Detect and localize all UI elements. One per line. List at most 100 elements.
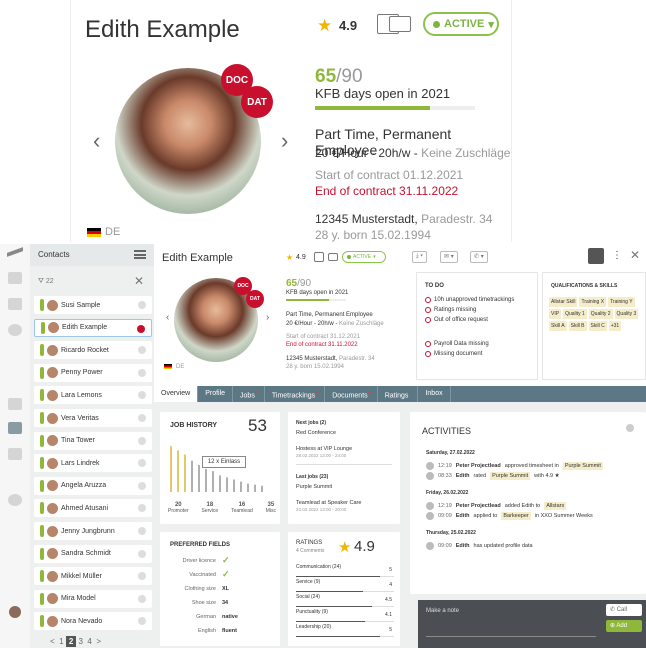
job-bar[interactable] xyxy=(184,454,186,493)
skill-tag[interactable]: Allstar Skill xyxy=(549,297,578,307)
chevron-left-icon[interactable]: ‹ xyxy=(93,128,100,154)
contact-item[interactable]: Tina Tower xyxy=(34,431,152,450)
page-2[interactable]: 2 xyxy=(65,636,77,647)
contact-item[interactable]: Lara Lemons xyxy=(34,386,152,405)
close-icon[interactable]: ✕ xyxy=(630,248,640,262)
settings-icon[interactable] xyxy=(626,424,634,432)
skill-tag[interactable]: Skill A xyxy=(549,321,567,331)
job-title[interactable]: Teamlead at Speaker Care xyxy=(296,500,361,506)
skill-tag[interactable]: Quality 1 xyxy=(563,309,587,319)
menu-icon[interactable] xyxy=(134,250,146,259)
job-bar[interactable] xyxy=(240,481,242,492)
tab-timetrackings[interactable]: Timetrackings• xyxy=(265,386,326,402)
skill-tag[interactable]: Quality 2 xyxy=(588,309,613,319)
todo-item[interactable]: 10h unapproved timetrackings xyxy=(425,297,514,303)
job-bar[interactable] xyxy=(177,450,179,492)
status-dropdown[interactable]: ACTIVE ▾ xyxy=(342,251,386,263)
contact-item[interactable]: Vera Veritas xyxy=(34,409,152,427)
tab-inbox[interactable]: Inbox xyxy=(418,386,451,402)
chevron-left-icon[interactable]: ‹ xyxy=(166,312,169,323)
pagination[interactable]: < 1 2 3 4 > xyxy=(50,636,101,647)
page-next[interactable]: > xyxy=(96,637,101,646)
skill-tag[interactable]: VIP xyxy=(549,309,562,319)
tab-overview[interactable]: Overview xyxy=(154,386,199,402)
call-button[interactable]: ✆ Call xyxy=(606,604,642,616)
contact-item[interactable]: Sandra Schmidt xyxy=(34,544,152,563)
contact-item[interactable]: Nora Nevado xyxy=(34,612,152,631)
job-bar[interactable] xyxy=(254,484,256,492)
edit-button[interactable] xyxy=(588,248,604,264)
ratings-comments[interactable]: 4 Comments xyxy=(296,548,324,554)
filter-button[interactable]: ⛛ 22 xyxy=(38,278,54,286)
job-bar[interactable] xyxy=(212,471,214,492)
chevron-right-icon[interactable]: › xyxy=(266,312,269,323)
job-bar[interactable] xyxy=(233,479,235,493)
contact-item[interactable]: Lars Lindrek xyxy=(34,454,152,473)
page-3[interactable]: 3 xyxy=(79,637,83,646)
chevron-right-icon[interactable]: › xyxy=(281,128,288,154)
job-bar[interactable] xyxy=(205,469,207,492)
skill-tag[interactable]: Training X xyxy=(579,297,607,307)
phone-menu[interactable]: ✆ ▾ xyxy=(470,251,488,263)
contact-item[interactable]: Susi Sample xyxy=(34,296,152,314)
job-bar[interactable] xyxy=(219,475,221,492)
job-title[interactable]: Red Conference xyxy=(296,430,336,436)
job-title[interactable]: Purple Summit xyxy=(296,484,332,490)
activity-entry[interactable]: 12:19 Peter Projectlead added Edith to Alls… xyxy=(426,502,567,510)
tab-documents[interactable]: Documents• xyxy=(325,386,378,402)
activity-entry[interactable]: 12:19 Peter Projectlead approved timesheet… xyxy=(426,462,603,470)
todo-item[interactable]: Out of office request xyxy=(425,317,488,323)
search-icon[interactable] xyxy=(8,324,22,336)
todo-item[interactable]: Payroll Data missing xyxy=(425,341,489,347)
tab-jobs[interactable]: Jobs• xyxy=(233,386,265,402)
bell-icon[interactable] xyxy=(8,272,22,284)
users-icon[interactable] xyxy=(8,422,22,434)
note-input[interactable]: Make a note xyxy=(426,608,459,614)
job-bar[interactable] xyxy=(226,477,228,492)
mail-icon[interactable] xyxy=(328,253,338,261)
skill-tag[interactable]: Quality 3 xyxy=(614,309,639,319)
job-bar[interactable] xyxy=(170,446,172,492)
skill-tag[interactable]: Training Y xyxy=(608,297,635,307)
skill-tag[interactable]: Skill C xyxy=(588,321,607,331)
page-1[interactable]: 1 xyxy=(59,637,63,646)
skill-tag[interactable]: +31 xyxy=(608,321,622,331)
job-title[interactable]: Hostess at VIP Lounge xyxy=(296,446,352,452)
mail-menu[interactable]: ✉ ▾ xyxy=(440,251,458,263)
contact-item[interactable]: Ahmed Atusani xyxy=(34,499,152,518)
download-menu[interactable]: ⤓ ▾ xyxy=(412,251,427,263)
activity-entry[interactable]: 09:09 Edith applied to Barkeeper in XXO Summ… xyxy=(426,512,593,520)
tab-profile[interactable]: Profile xyxy=(198,386,234,402)
contact-item[interactable]: Ricardo Rocket xyxy=(34,341,152,360)
mail-icon[interactable] xyxy=(8,298,22,310)
activity-entry[interactable]: 08:33 Edith rated Purple Summit with 4.9 ★ xyxy=(426,472,560,480)
page-4[interactable]: 4 xyxy=(87,637,91,646)
activity-entry[interactable]: 09:09 Edith has updated profile data xyxy=(426,542,533,550)
status-dropdown[interactable]: ACTIVE ▾ xyxy=(423,12,499,36)
todo-item[interactable]: Ratings missing xyxy=(425,307,476,313)
contact-item[interactable]: Mira Model xyxy=(34,589,152,608)
job-bar[interactable] xyxy=(247,483,249,492)
settings-icon[interactable] xyxy=(8,494,22,506)
dat-badge[interactable]: DAT xyxy=(246,290,264,308)
more-icon[interactable]: ⋮ xyxy=(612,250,622,261)
contact-item[interactable]: Penny Power xyxy=(34,363,152,382)
mail-icon[interactable] xyxy=(389,16,411,32)
contact-item[interactable]: Jenny Jungbrunn xyxy=(34,522,152,540)
id-card-icon[interactable] xyxy=(314,252,324,262)
dat-badge[interactable]: DAT xyxy=(241,86,273,118)
contact-item[interactable]: Mikkel Müller xyxy=(34,567,152,586)
add-button[interactable]: ⊕ Add xyxy=(606,620,642,632)
job-bar[interactable] xyxy=(191,460,193,492)
contact-item[interactable]: Angela Aruzza xyxy=(34,476,152,495)
job-bar[interactable] xyxy=(261,485,263,492)
contact-item[interactable]: Edith Example xyxy=(34,318,152,337)
chart-icon[interactable] xyxy=(8,448,22,460)
close-icon[interactable]: ✕ xyxy=(134,274,144,288)
tab-ratings[interactable]: Ratings• xyxy=(378,386,419,402)
briefcase-icon[interactable] xyxy=(8,398,22,410)
user-avatar[interactable] xyxy=(9,606,21,618)
job-bar[interactable] xyxy=(198,464,200,492)
todo-item[interactable]: Missing document xyxy=(425,351,482,357)
skill-tag[interactable]: Skill B xyxy=(568,321,587,331)
